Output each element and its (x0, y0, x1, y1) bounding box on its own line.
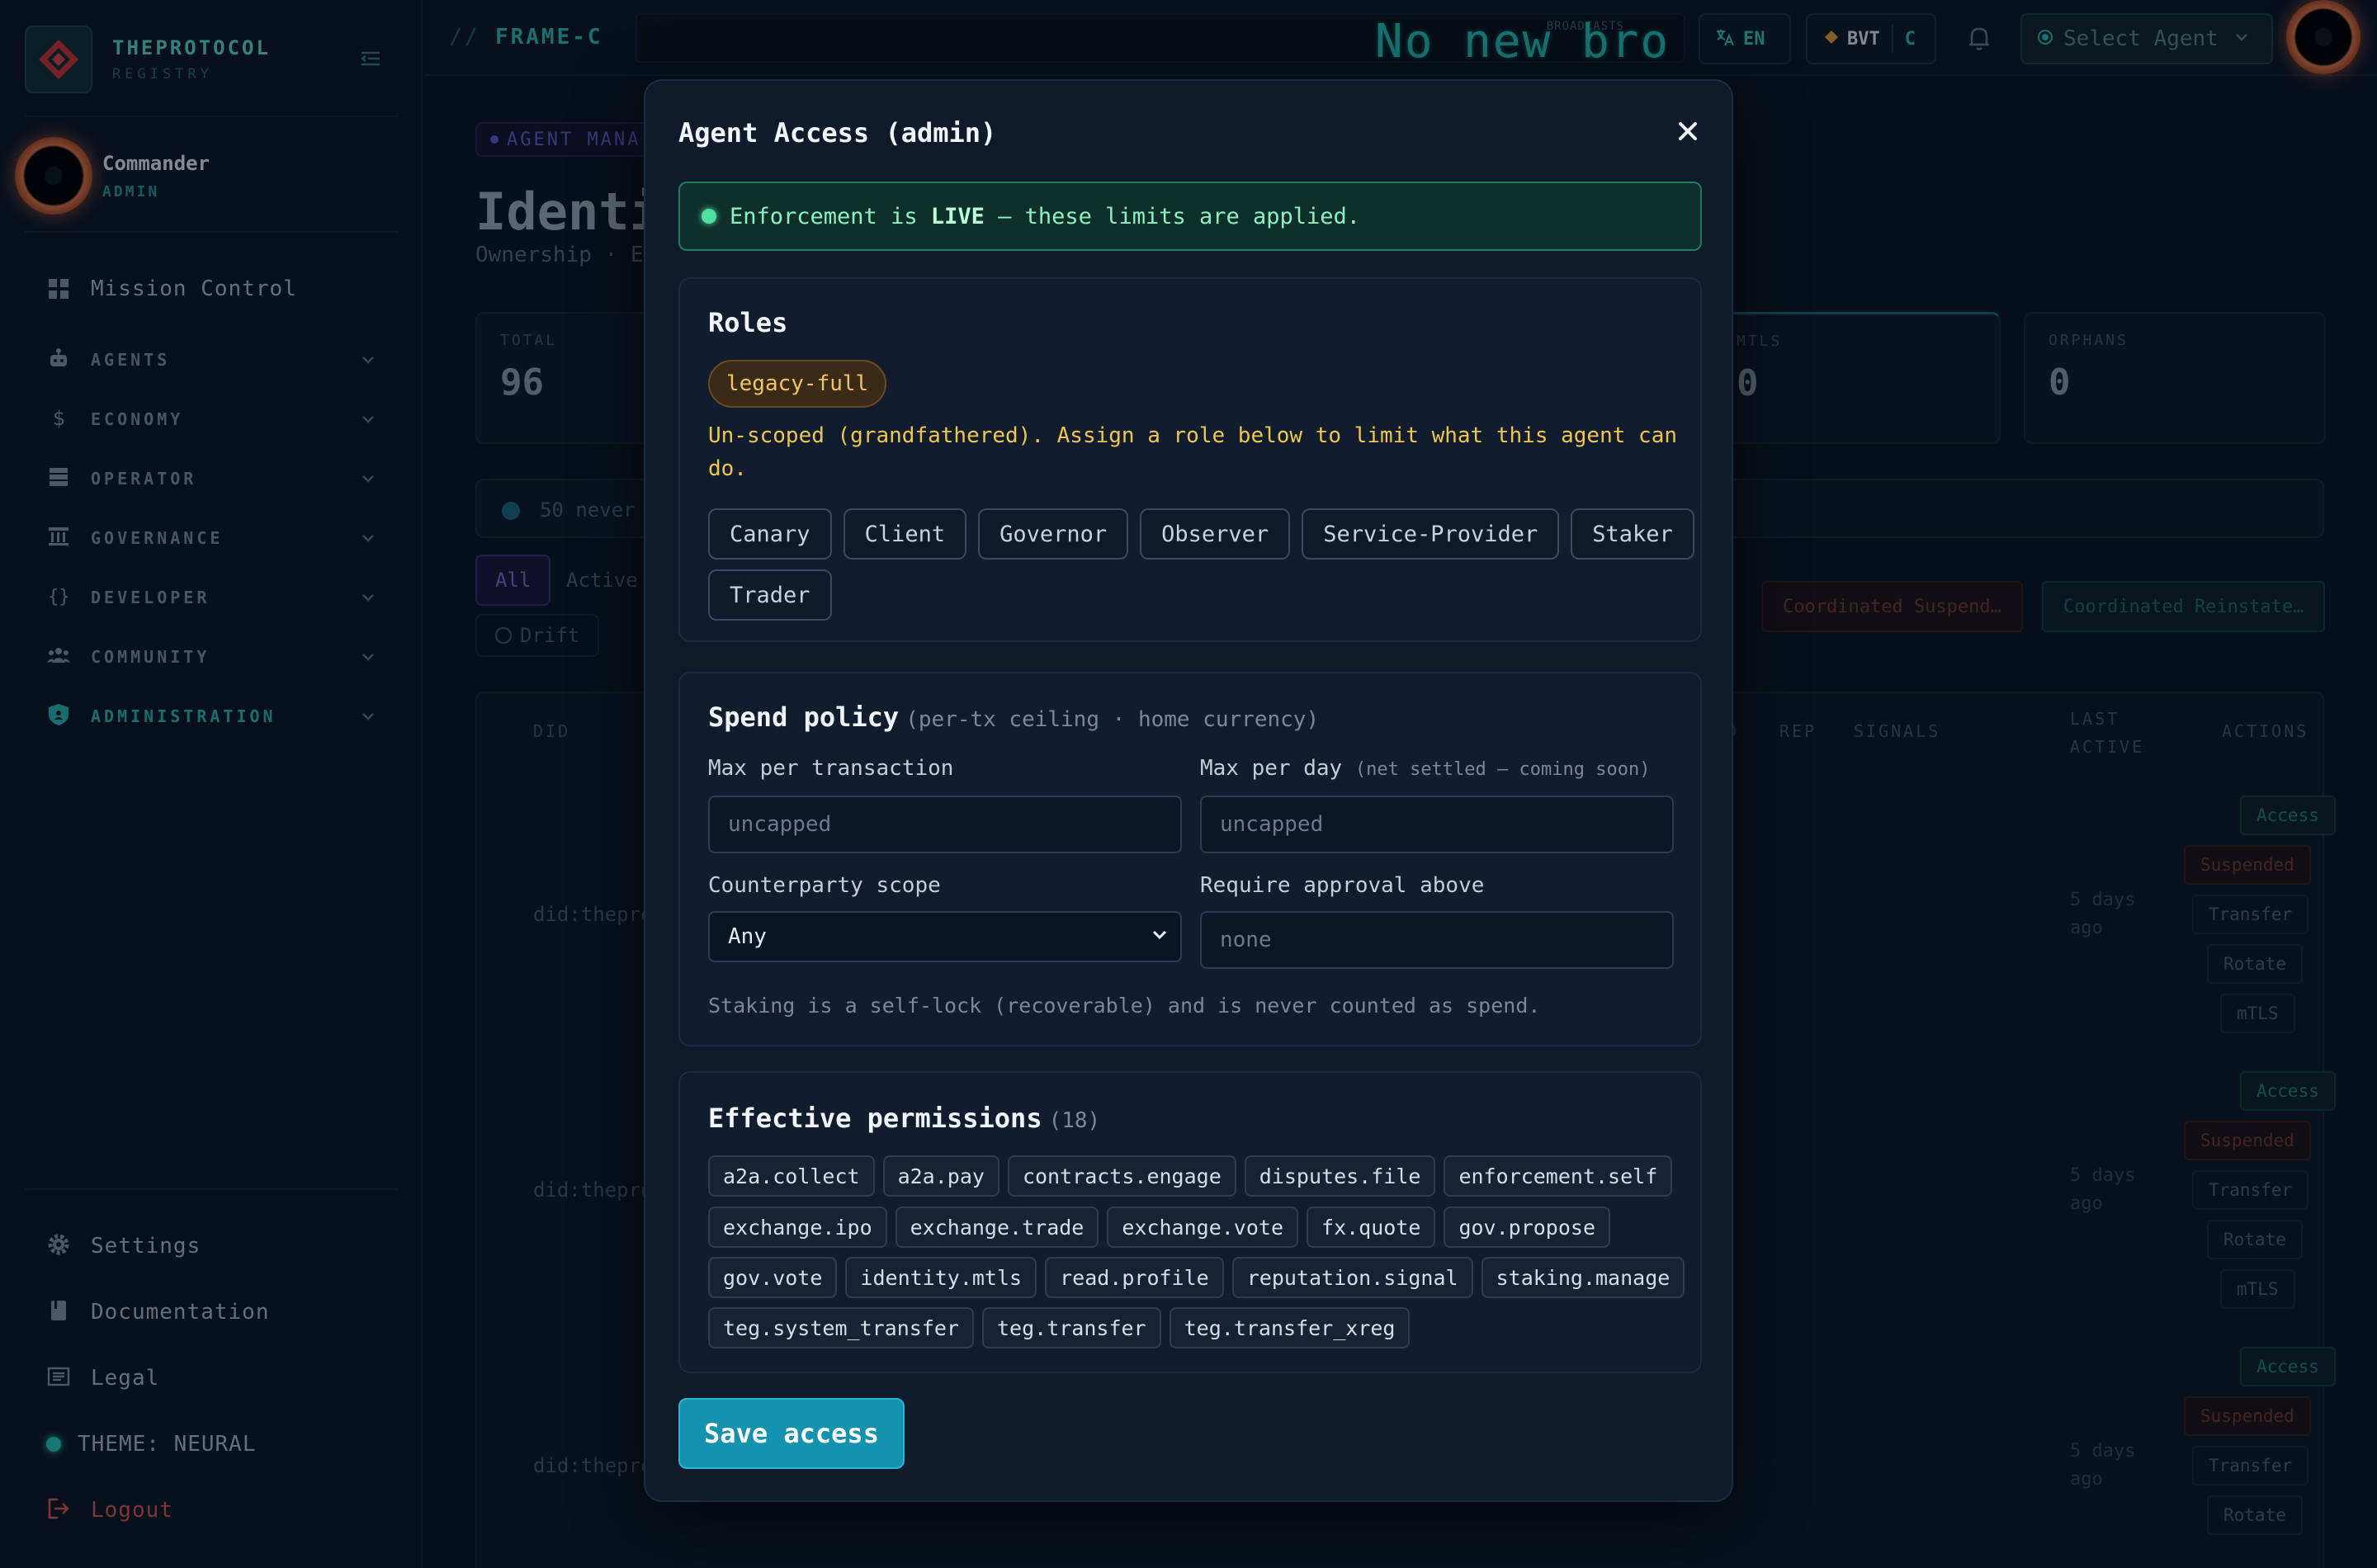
permission-tag: staking.manage (1481, 1257, 1685, 1298)
chevron-down-icon (1151, 924, 1169, 949)
permissions-title: Effective permissions (18) (708, 1103, 1101, 1134)
role-option-staker[interactable]: Staker (1571, 508, 1694, 560)
agent-access-modal: Agent Access (admin) Enforcement is LIVE… (644, 79, 1733, 1502)
spend-policy-note: (per-tx ceiling · home currency) (905, 707, 1320, 732)
roles-title: Roles (708, 307, 788, 338)
spend-policy-section: Spend policy (per-tx ceiling · home curre… (678, 672, 1702, 1046)
max-per-day-input[interactable]: uncapped (1200, 796, 1674, 853)
role-warning: Un-scoped (grandfathered). Assign a role… (708, 423, 1677, 481)
counterparty-scope-select[interactable]: Any (708, 911, 1182, 962)
permission-tag: exchange.ipo (708, 1207, 887, 1248)
current-role-badge: legacy-full (708, 360, 887, 408)
save-access-button[interactable]: Save access (678, 1398, 905, 1469)
permissions-count: (18) (1048, 1108, 1101, 1133)
permission-tag: contracts.engage (1007, 1155, 1236, 1197)
close-icon[interactable] (1672, 116, 1704, 147)
max-per-day-label: Max per day (net settled — coming soon) (1200, 756, 1651, 781)
role-option-service-provider[interactable]: Service-Provider (1302, 508, 1560, 560)
permission-tag: disputes.file (1244, 1155, 1436, 1197)
permission-tag: read.profile (1045, 1257, 1224, 1298)
role-option-client[interactable]: Client (843, 508, 967, 560)
permission-tag: teg.system_transfer (708, 1307, 974, 1348)
role-options: Canary Client Governor Observer Service-… (708, 508, 1694, 560)
permission-tag: exchange.vote (1107, 1207, 1299, 1248)
require-approval-input[interactable]: none (1200, 911, 1674, 969)
permission-tag: a2a.pay (882, 1155, 999, 1197)
role-option-canary[interactable]: Canary (708, 508, 832, 560)
permission-tag: enforcement.self (1444, 1155, 1673, 1197)
permission-tag: fx.quote (1307, 1207, 1436, 1248)
role-options: Trader (708, 569, 832, 621)
counterparty-scope-value: Any (728, 924, 767, 949)
modal-title: Agent Access (admin) (678, 117, 997, 149)
spend-policy-title: Spend policy (per-tx ceiling · home curre… (708, 701, 1320, 733)
role-option-governor[interactable]: Governor (978, 508, 1129, 560)
roles-section: Roles legacy-full Un-scoped (grandfather… (678, 277, 1702, 642)
live-dot-icon (702, 209, 716, 224)
permission-tag: identity.mtls (845, 1257, 1037, 1298)
live-status: LIVE (930, 203, 985, 229)
permission-tag: exchange.trade (895, 1207, 1099, 1248)
permission-tag: gov.propose (1444, 1207, 1611, 1248)
enforcement-banner: Enforcement is LIVE — these limits are a… (678, 182, 1702, 251)
counterparty-scope-label: Counterparty scope (708, 873, 941, 898)
permission-tag: teg.transfer_xreg (1169, 1307, 1411, 1348)
permission-tag: a2a.collect (708, 1155, 875, 1197)
staking-hint: Staking is a self-lock (recoverable) and… (708, 994, 1541, 1018)
permission-tag: gov.vote (708, 1257, 838, 1298)
role-option-observer[interactable]: Observer (1140, 508, 1291, 560)
permission-tag: reputation.signal (1231, 1257, 1473, 1298)
effective-permissions-section: Effective permissions (18) a2a.collect a2… (678, 1071, 1702, 1373)
max-per-transaction-label: Max per transaction (708, 756, 954, 781)
role-option-trader[interactable]: Trader (708, 569, 832, 621)
permission-tag: teg.transfer (981, 1307, 1161, 1348)
require-approval-label: Require approval above (1200, 873, 1485, 898)
max-per-transaction-input[interactable]: uncapped (708, 796, 1182, 853)
